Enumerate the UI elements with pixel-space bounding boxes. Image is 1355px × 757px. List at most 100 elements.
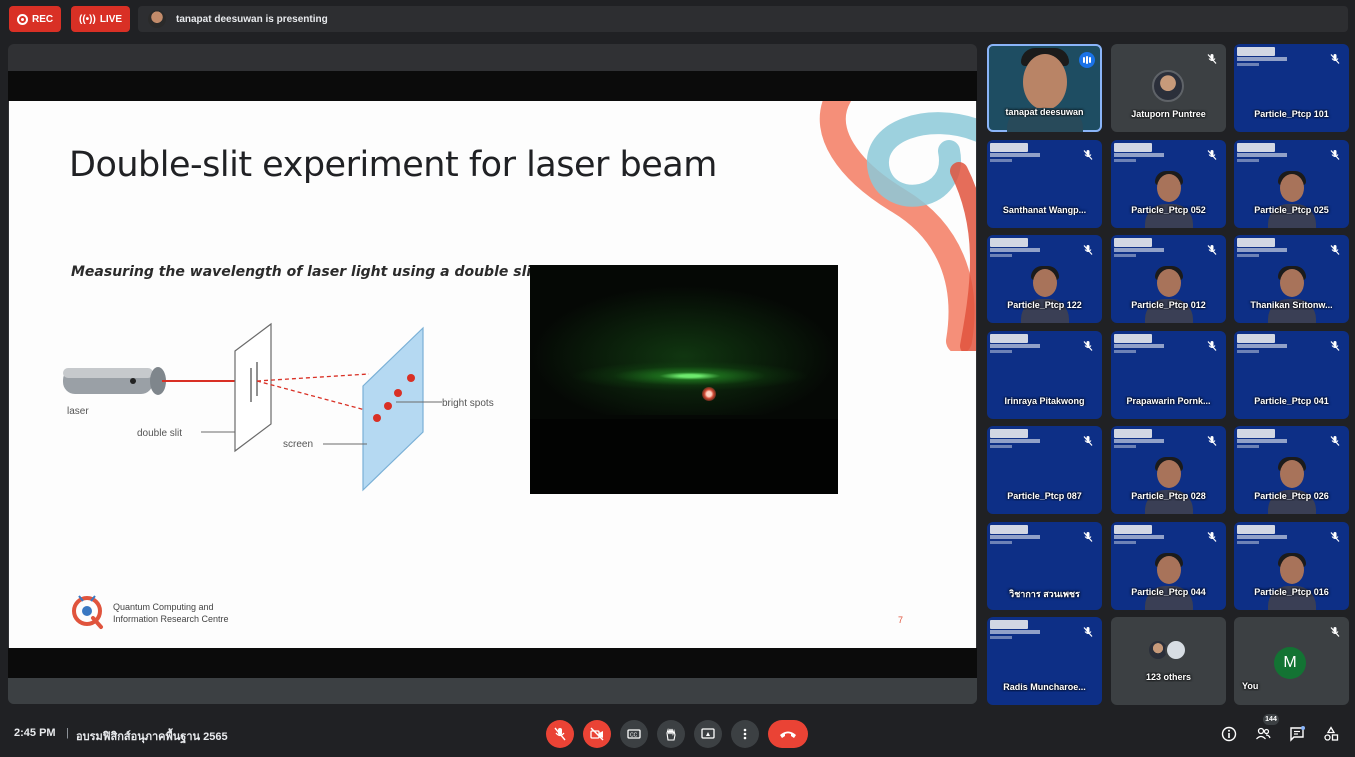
people-button[interactable] [1253, 724, 1273, 744]
participant-tile[interactable]: tanapat deesuwan [987, 44, 1102, 132]
video-feed [1143, 266, 1195, 323]
participant-tile[interactable]: Particle_Ptcp 012 [1111, 235, 1226, 323]
slide-page-number: 7 [898, 615, 904, 625]
video-feed [1019, 266, 1071, 323]
leave-call-button[interactable] [768, 720, 808, 748]
presenting-banner: tanapat deesuwan is presenting [138, 6, 1348, 32]
screen-label: screen [283, 439, 313, 450]
chat-button[interactable] [1287, 724, 1307, 744]
meeting-details-button[interactable] [1219, 724, 1239, 744]
camera-off-icon [590, 727, 604, 741]
participant-name: Irinraya Pitakwong [1004, 396, 1085, 406]
rec-label: REC [32, 13, 54, 25]
clock-time: 2:45 PM [14, 727, 56, 739]
others-avatars [1147, 639, 1191, 663]
participant-tile[interactable]: Thanikan Sritonw... [1234, 235, 1349, 323]
camera-toggle-button[interactable] [583, 720, 611, 748]
participant-tile[interactable]: Particle_Ptcp 028 [1111, 426, 1226, 514]
participant-name: Jatuporn Puntree [1131, 109, 1206, 119]
participant-tile[interactable]: Particle_Ptcp 026 [1234, 426, 1349, 514]
slide-subtitle: Measuring the wavelength of laser light … [71, 264, 538, 280]
participant-tile[interactable]: Particle_Ptcp 025 [1234, 140, 1349, 228]
video-feed [1266, 457, 1318, 514]
profile-avatar [1152, 70, 1184, 102]
video-feed [1143, 171, 1195, 228]
stage-footer [8, 678, 977, 704]
present-icon [701, 728, 715, 739]
participant-name: Santhanat Wangp... [1002, 205, 1087, 215]
participant-tile[interactable]: Prapawarin Pornk... [1111, 331, 1226, 419]
participant-name: Particle_Ptcp 016 [1254, 587, 1329, 597]
participant-name: Particle_Ptcp 052 [1131, 205, 1206, 215]
mic-muted-icon [1083, 341, 1093, 351]
participant-tile[interactable]: Particle_Ptcp 016 [1234, 522, 1349, 610]
live-icon: ((•)) [79, 13, 96, 25]
mic-muted-icon [1207, 532, 1217, 542]
mic-muted-icon [1207, 245, 1217, 255]
participant-tile[interactable]: Santhanat Wangp... [987, 140, 1102, 228]
participant-name: Particle_Ptcp 025 [1254, 205, 1329, 215]
video-feed [1007, 48, 1083, 132]
participant-name: Particle_Ptcp 028 [1131, 491, 1206, 501]
video-feed [1143, 457, 1195, 514]
participant-name: Particle_Ptcp 012 [1131, 300, 1206, 310]
mic-muted-icon [1330, 150, 1340, 160]
participant-name: Particle_Ptcp 101 [1254, 109, 1329, 119]
chat-icon [1290, 726, 1305, 742]
svg-text:CC: CC [630, 733, 638, 739]
activities-button[interactable] [1321, 724, 1341, 744]
participant-tile[interactable]: Particle_Ptcp 041 [1234, 331, 1349, 419]
meeting-title: อบรมฟิสิกส์อนุภาคพื้นฐาน 2565 [76, 731, 228, 743]
mic-muted-icon [1083, 245, 1093, 255]
video-feed [1266, 171, 1318, 228]
participant-name: Thanikan Sritonw... [1250, 300, 1333, 310]
mic-muted-icon [1330, 341, 1340, 351]
present-button[interactable] [694, 720, 722, 748]
mic-muted-icon [1330, 532, 1340, 542]
separator: | [66, 727, 69, 739]
participant-name: วิชาการ สวนเพชร [1009, 589, 1080, 599]
bright-spots-label: bright spots [442, 398, 494, 409]
mic-toggle-button[interactable] [546, 720, 574, 748]
mic-muted-icon [1207, 436, 1217, 446]
mic-muted-icon [1083, 532, 1093, 542]
presentation-stage[interactable]: Double-slit experiment for laser beam Me… [8, 44, 977, 704]
mic-muted-icon [1207, 150, 1217, 160]
video-feed [1266, 553, 1318, 610]
participant-tile[interactable]: Jatuporn Puntree [1111, 44, 1226, 132]
participant-tile[interactable]: Particle_Ptcp 101 [1234, 44, 1349, 132]
raise-hand-icon [666, 728, 676, 741]
participant-tile[interactable]: Radis Muncharoe... [987, 617, 1102, 705]
participant-name: Particle_Ptcp 122 [1007, 300, 1082, 310]
participant-name: 123 others [1145, 672, 1192, 682]
speaking-indicator-icon [1079, 52, 1095, 68]
double-slit-label: double slit [137, 428, 182, 439]
participant-tile[interactable]: 123 others [1111, 617, 1226, 705]
mic-muted-icon [1330, 54, 1340, 64]
participant-tile[interactable]: Particle_Ptcp 044 [1111, 522, 1226, 610]
participant-tile[interactable]: วิชาการ สวนเพชร [987, 522, 1102, 610]
self-avatar: M [1274, 647, 1306, 679]
participants-count-badge: 144 [1263, 714, 1279, 725]
participant-tile[interactable]: M You [1234, 617, 1349, 705]
info-icon [1221, 726, 1237, 742]
participant-name: Radis Muncharoe... [1003, 682, 1086, 692]
participant-tile[interactable]: Irinraya Pitakwong [987, 331, 1102, 419]
mic-muted-icon [1083, 627, 1093, 637]
mic-muted-icon [1083, 150, 1093, 160]
participant-tile[interactable]: Particle_Ptcp 052 [1111, 140, 1226, 228]
participant-name: Particle_Ptcp 041 [1254, 396, 1329, 406]
mic-muted-icon [1330, 436, 1340, 446]
more-options-button[interactable] [731, 720, 759, 748]
captions-button[interactable]: CC [620, 720, 648, 748]
people-icon [1256, 727, 1271, 740]
participant-tile[interactable]: Particle_Ptcp 122 [987, 235, 1102, 323]
video-feed [1266, 266, 1318, 323]
logo-line2: Information Research Centre [113, 614, 229, 624]
participant-name: tanapat deesuwan [1005, 107, 1084, 117]
participant-tile[interactable]: Particle_Ptcp 087 [987, 426, 1102, 514]
raise-hand-button[interactable] [657, 720, 685, 748]
letterbox-bottom [8, 648, 977, 678]
live-badge: ((•)) LIVE [71, 6, 131, 32]
live-label: LIVE [99, 13, 123, 25]
